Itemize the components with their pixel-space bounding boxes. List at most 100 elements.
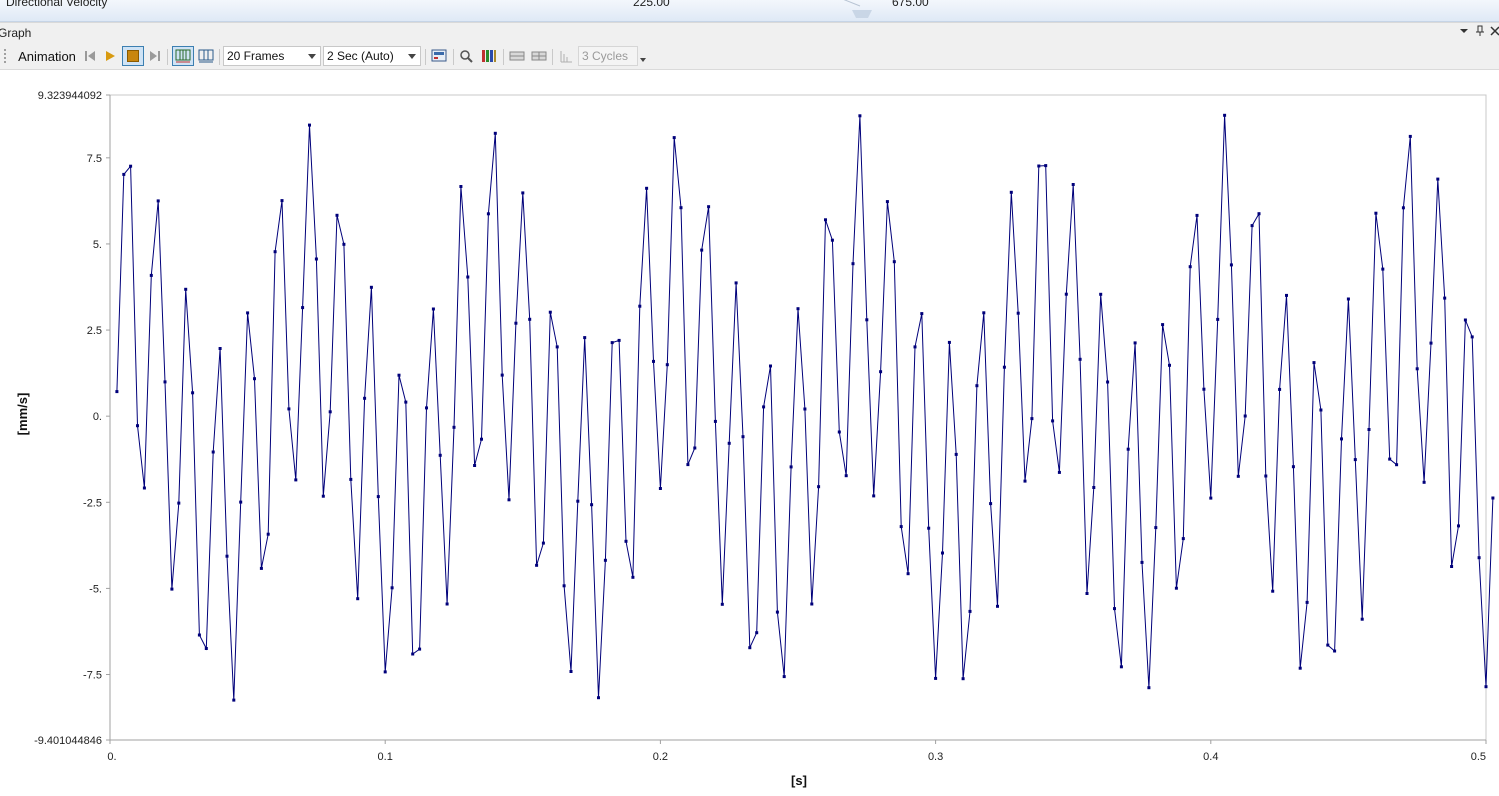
data-point: [445, 602, 449, 606]
data-point: [700, 248, 704, 252]
data-point: [727, 441, 731, 445]
data-point: [748, 646, 752, 650]
data-point: [253, 377, 256, 381]
frames-select[interactable]: 20 Frames: [223, 46, 321, 66]
data-point: [211, 450, 215, 454]
data-point: [686, 463, 690, 467]
data-point: [1037, 164, 1041, 168]
toolbar-grip[interactable]: [3, 48, 7, 64]
data-point: [1257, 212, 1261, 216]
data-point: [356, 597, 360, 601]
stop-icon[interactable]: [122, 46, 144, 66]
data-point: [280, 199, 284, 203]
data-point: [665, 363, 669, 367]
results-row[interactable]: Directional Velocity 225.00 675.00: [0, 0, 1499, 22]
data-point: [1202, 387, 1206, 391]
sweep-icon[interactable]: [557, 46, 575, 66]
data-point: [1401, 206, 1405, 210]
plot-frame: [109, 94, 1487, 741]
pin-icon[interactable]: [1473, 25, 1487, 40]
data-point: [363, 396, 367, 400]
data-point: [349, 477, 353, 481]
data-point: [617, 338, 621, 342]
data-point: [858, 114, 862, 118]
data-point: [782, 675, 786, 679]
data-point: [1388, 457, 1392, 461]
data-point: [136, 424, 139, 428]
data-point: [466, 275, 470, 279]
data-point: [184, 287, 188, 291]
data-point: [122, 172, 126, 176]
data-point: [1381, 267, 1385, 271]
graph-pane-title: Graph: [0, 26, 32, 40]
data-point: [259, 566, 263, 570]
data-point: [1470, 335, 1474, 339]
data-point: [342, 242, 346, 246]
close-icon[interactable]: [1488, 25, 1499, 39]
x-tick-label: 0.: [107, 751, 116, 763]
data-point: [913, 345, 917, 349]
duration-select[interactable]: 2 Sec (Auto): [323, 46, 421, 66]
data-point: [562, 584, 566, 588]
data-point: [713, 419, 717, 423]
y-tick-label: 0.: [93, 411, 102, 423]
data-point: [693, 446, 697, 450]
data-point: [1491, 496, 1495, 500]
data-point: [631, 575, 635, 579]
x-tick-label: 0.5: [1471, 751, 1486, 763]
data-point: [885, 200, 889, 204]
data-point: [1374, 211, 1378, 215]
previous-frame-icon[interactable]: [81, 46, 99, 66]
velocity-graph[interactable]: 7.5 5. 2.5 0. -2.5 -5. -7.5 9.323944092 -9.40104…: [0, 70, 1499, 793]
data-point: [1243, 414, 1247, 418]
data-point: [1168, 363, 1171, 367]
data-point: [163, 380, 167, 384]
data-point: [528, 317, 532, 321]
data-point: [583, 336, 587, 340]
data-point: [376, 495, 380, 499]
zoom-icon[interactable]: [457, 46, 475, 66]
chevron-down-icon: [308, 54, 316, 59]
distributed-frames-icon[interactable]: [172, 46, 194, 66]
data-point: [817, 485, 821, 489]
export-video-icon[interactable]: [429, 46, 449, 66]
chevron-down-icon[interactable]: [1457, 25, 1471, 39]
keep-time-icon[interactable]: [507, 46, 527, 66]
data-point: [287, 407, 291, 411]
legend-icon[interactable]: [479, 46, 499, 66]
data-point: [390, 586, 394, 590]
data-point: [1367, 428, 1371, 431]
data-point: [1264, 474, 1268, 478]
data-point: [535, 563, 539, 567]
data-point: [294, 478, 298, 482]
chevron-down-icon[interactable]: [638, 46, 648, 66]
animation-label: Animation: [18, 48, 76, 64]
data-point: [308, 123, 311, 127]
data-point: [1133, 341, 1137, 345]
data-point: [273, 250, 277, 254]
data-point: [1463, 318, 1467, 322]
data-point: [906, 572, 910, 576]
data-point: [961, 677, 965, 681]
y-axis-label: [mm/s]: [15, 393, 30, 436]
data-point: [927, 526, 931, 530]
data-point: [996, 604, 999, 608]
data-point: [624, 539, 628, 543]
data-point: [796, 307, 800, 311]
result-data-frames-icon[interactable]: [196, 46, 216, 66]
data-point: [824, 218, 827, 222]
data-point: [425, 406, 428, 410]
data-point: [1044, 164, 1048, 168]
data-point: [1016, 311, 1020, 315]
play-icon[interactable]: [101, 46, 119, 66]
data-point: [115, 390, 119, 394]
next-frame-icon[interactable]: [146, 46, 164, 66]
data-point: [769, 364, 772, 368]
data-point: [934, 676, 938, 680]
data-point: [1346, 297, 1350, 301]
y-tick-label: -2.5: [83, 497, 102, 509]
data-point: [734, 281, 738, 285]
keep-all-icon[interactable]: [529, 46, 549, 66]
data-point: [493, 131, 497, 135]
data-point: [129, 164, 133, 168]
